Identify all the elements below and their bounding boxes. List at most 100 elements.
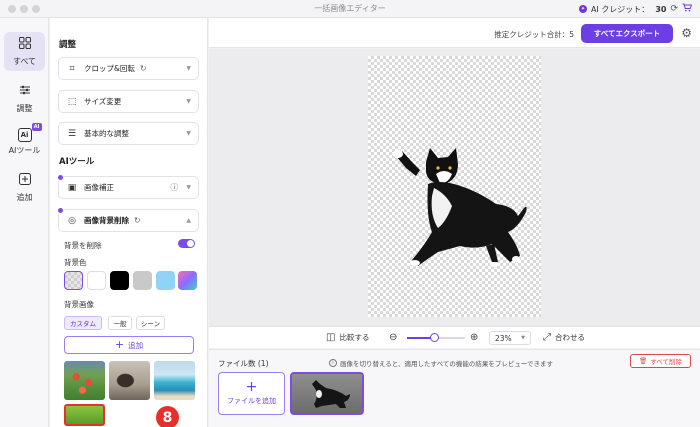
bg-thumb-beach[interactable]	[109, 361, 150, 400]
delete-all-label: すべて削除	[650, 358, 683, 366]
zoom-in-button[interactable]: ⊕	[470, 332, 478, 343]
chevron-down-icon: ▼	[186, 98, 191, 105]
chevron-down-icon: ▼	[186, 65, 191, 72]
export-all-button[interactable]: すべてエクスポート	[581, 24, 673, 43]
delete-all-button[interactable]: 🗑 すべて削除	[630, 354, 691, 368]
grid-icon	[18, 37, 31, 53]
plus-box-icon	[18, 173, 31, 189]
hint-text: 画像を切り替えると、適用したすべての機能の結果をプレビューできます	[340, 360, 553, 368]
bg-thumb-sea[interactable]	[154, 361, 195, 400]
enhance-icon: ▣	[67, 182, 77, 193]
section-title-ai-tools: AIツール	[59, 157, 95, 167]
ai-credit-value: 30	[655, 4, 667, 14]
transparent-preview	[368, 56, 541, 317]
sliders-icon: ☰	[67, 128, 77, 139]
remove-bg-label: 背景を削除	[64, 241, 102, 250]
plus-icon: +	[114, 338, 125, 351]
zoom-value: 23%	[495, 333, 512, 343]
color-swatch-custom[interactable]	[178, 271, 197, 290]
remove-bg-toggle[interactable]	[178, 239, 195, 248]
add-file-label: ファイルを追加	[227, 397, 276, 405]
nav-item-all[interactable]: すべて	[4, 32, 45, 71]
color-swatch-black[interactable]	[110, 271, 129, 290]
tool-panel: 調整 ⌗ クロップ&回転 ↻ ▼ ⬚ サイズ変更 ▼ ☰ 基本的な調整 ▼ AI…	[50, 18, 208, 427]
crop-icon: ⌗	[69, 63, 75, 74]
zoom-out-icon: ⊖	[389, 332, 398, 343]
add-bg-image-button[interactable]: + 追加	[64, 336, 194, 354]
fit-icon: ⤢	[543, 332, 551, 343]
bg-remove-accordion[interactable]: ◎ 画像背景削除 ↻ ▲	[57, 207, 199, 232]
step-marker: 8	[154, 404, 181, 427]
accordion-label: 画像背景削除	[84, 216, 129, 225]
nav-item-adjust[interactable]: 調整	[4, 84, 45, 114]
chevron-down-icon: ▼	[186, 130, 191, 137]
title-bar: 一括画像エディター ✦ AI クレジット： 30 ⟳	[0, 0, 700, 18]
zoom-in-icon: ⊕	[470, 332, 479, 343]
resize-accordion[interactable]: ⬚ サイズ変更 ▼	[58, 90, 199, 113]
bg-thumb-flowers[interactable]	[64, 361, 105, 400]
nav-label: 調整	[16, 104, 33, 113]
add-label: 追加	[128, 340, 144, 350]
chevron-up-icon: ▲	[186, 217, 191, 224]
basic-adjust-accordion[interactable]: ☰ 基本的な調整 ▼	[58, 122, 199, 145]
add-file-button[interactable]: + ファイルを追加	[218, 372, 285, 415]
trash-icon: 🗑	[638, 357, 648, 365]
file-strip: ファイル数 (1) i 画像を切り替えると、適用したすべての機能の結果をプレビュ…	[209, 349, 700, 427]
left-nav: すべて 調整 Ai AI AIツール 追加	[0, 18, 49, 427]
zoom-out-button[interactable]: ⊖	[389, 332, 397, 343]
section-title-adjust: 調整	[59, 40, 77, 50]
accordion-label: 画像補正	[84, 183, 114, 192]
nav-label: すべて	[12, 57, 37, 66]
resize-icon: ⬚	[67, 96, 77, 107]
ai-dot-icon	[57, 174, 64, 181]
accordion-label: 基本的な調整	[84, 129, 129, 138]
bg-image-label: 背景画像	[64, 300, 94, 309]
refresh-icon[interactable]: ⟳	[670, 4, 678, 14]
bg-color-label: 背景色	[64, 258, 87, 267]
crop-rotate-accordion[interactable]: ⌗ クロップ&回転 ↻ ▼	[58, 57, 199, 80]
rotate-icon: ↻	[139, 64, 147, 73]
ai-credit-label: AI クレジット：	[590, 4, 650, 14]
info-icon: i	[329, 359, 337, 367]
info-icon[interactable]: ⓘ	[170, 182, 178, 193]
fit-button[interactable]: ⤢ 合わせる	[543, 332, 585, 343]
file-thumb-image	[312, 380, 350, 408]
bg-thumb-grass[interactable]	[64, 404, 105, 426]
chevron-down-icon: ▼	[521, 335, 525, 341]
nav-item-ai-tools[interactable]: Ai AI AIツール	[4, 123, 45, 156]
ai-credit-icon: ✦	[578, 5, 587, 13]
file-thumbnail[interactable]	[290, 372, 364, 415]
sliders-icon	[19, 84, 31, 100]
rotate-icon: ↻	[134, 216, 141, 225]
settings-gear-icon[interactable]: ⚙	[681, 26, 692, 40]
color-swatch-gray[interactable]	[133, 271, 152, 290]
compare-button[interactable]: ◫ 比較する	[326, 332, 369, 343]
compare-label: 比較する	[339, 333, 370, 342]
ai-badge: AI	[31, 123, 42, 131]
preview-canvas	[209, 49, 700, 326]
chip-custom[interactable]: カスタム	[64, 316, 102, 330]
color-swatch-white[interactable]	[87, 271, 106, 290]
fit-label: 合わせる	[555, 333, 585, 342]
zoom-slider-handle[interactable]	[429, 333, 439, 342]
color-swatch-transparent[interactable]	[64, 271, 83, 290]
ai-icon-glyph: Ai	[20, 131, 29, 139]
chevron-down-icon: ▼	[186, 184, 191, 191]
cat-image	[393, 148, 527, 267]
cart-icon[interactable]	[682, 3, 693, 15]
bg-remove-icon: ◎	[68, 215, 76, 226]
preview-hint: i 画像を切り替えると、適用したすべての機能の結果をプレビューできます	[329, 358, 553, 368]
image-enhance-accordion[interactable]: ▣ 画像補正 ⓘ ▼	[57, 174, 199, 199]
zoom-select[interactable]: 23% ▼	[489, 331, 531, 345]
ai-dot-icon	[57, 207, 64, 214]
compare-icon: ◫	[326, 332, 336, 343]
nav-label: AIツール	[8, 146, 41, 155]
chip-general[interactable]: 一般	[108, 316, 132, 330]
accordion-label: サイズ変更	[84, 97, 122, 106]
top-bar: 推定クレジット合計：5 すべてエクスポート ⚙	[209, 18, 700, 48]
ai-credits: ✦ AI クレジット： 30 ⟳	[578, 3, 693, 15]
nav-item-add[interactable]: 追加	[4, 173, 45, 203]
zoom-slider[interactable]	[407, 333, 465, 342]
chip-scene[interactable]: シーン	[136, 316, 165, 330]
color-swatch-blue[interactable]	[156, 271, 175, 290]
